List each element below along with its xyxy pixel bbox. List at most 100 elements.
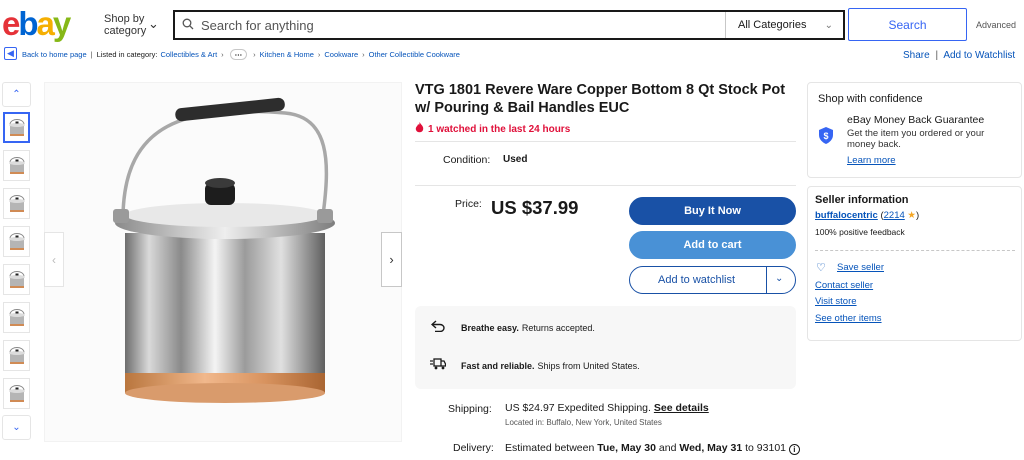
item-location: Located in: Buffalo, New York, United St…: [505, 418, 662, 427]
thumbnail-down-button[interactable]: ⌄: [2, 415, 31, 440]
main-product-image[interactable]: [44, 82, 402, 442]
shop-by-category[interactable]: Shop by category ⌄: [104, 13, 160, 37]
breadcrumb-item[interactable]: Kitchen & Home: [260, 50, 314, 59]
search-icon: [175, 18, 201, 33]
advanced-search-link[interactable]: Advanced: [976, 20, 1016, 30]
add-to-cart-button[interactable]: Add to cart: [629, 231, 796, 259]
delivery-and: and: [658, 442, 677, 454]
return-arrow-icon: [415, 320, 461, 335]
separator: |: [90, 50, 93, 59]
chevron-down-icon: ⌄: [824, 19, 833, 31]
back-arrow-icon[interactable]: ◀: [4, 47, 17, 60]
thumbnail[interactable]: [3, 188, 30, 219]
thumbnail[interactable]: [3, 302, 30, 333]
stock-pot-thumbnail-icon: [8, 308, 25, 326]
chevron-left-icon: ‹: [52, 252, 56, 267]
delivery-suffix: to 93101: [745, 442, 786, 454]
heart-icon: ♡: [816, 262, 826, 274]
shipping-value: US $24.97 Expedited Shipping. See detail…: [505, 402, 709, 414]
chevron-right-icon: ›: [389, 252, 394, 267]
svg-text:ebay: ebay: [2, 5, 72, 42]
benefits-box: Breathe easy. Returns accepted. Fast and…: [415, 306, 796, 389]
positive-feedback: 100% positive feedback: [815, 227, 905, 237]
star-icon: ★: [907, 210, 916, 221]
buy-it-now-button[interactable]: Buy It Now: [629, 197, 796, 225]
seller-name-link[interactable]: buffalocentric: [815, 210, 878, 221]
search-input[interactable]: Search for anything: [201, 18, 725, 33]
thumbnail[interactable]: [3, 340, 30, 371]
fire-icon: [415, 122, 424, 136]
watched-text: 1 watched in the last 24 hours: [428, 123, 571, 135]
stock-pot-thumbnail-icon: [8, 346, 25, 364]
condition-value: Used: [503, 154, 528, 165]
chevron-down-icon[interactable]: ⌄: [775, 273, 783, 284]
divider: [766, 267, 767, 293]
previous-image-button[interactable]: ‹: [44, 232, 64, 287]
thumbnail[interactable]: [3, 378, 30, 409]
price-label: Price:: [455, 198, 482, 210]
thumbnail[interactable]: [3, 150, 30, 181]
add-to-watchlist-label: Add to watchlist: [658, 274, 736, 286]
price-value: US $37.99: [491, 197, 579, 218]
divider: [415, 185, 796, 186]
add-to-watchlist-button[interactable]: Add to watchlist ⌄: [629, 266, 796, 294]
save-seller-link[interactable]: Save seller: [837, 262, 884, 273]
fast-truck-icon: [415, 358, 461, 373]
breadcrumb-item[interactable]: Collectibles & Art: [160, 50, 217, 59]
thumbnail[interactable]: [3, 264, 30, 295]
shipping-text: Ships from United States.: [537, 360, 640, 371]
stock-pot-thumbnail-icon: [8, 118, 25, 136]
returns-row: Breathe easy. Returns accepted.: [415, 320, 595, 335]
thumbnail[interactable]: [3, 112, 30, 143]
chevron-right-icon: ›: [221, 50, 224, 59]
stock-pot-thumbnail-icon: [8, 270, 25, 288]
returns-bold: Breathe easy.: [461, 322, 519, 333]
info-icon[interactable]: i: [788, 444, 800, 455]
guarantee-description: Get the item you ordered or your money b…: [847, 128, 985, 150]
more-crumbs-button[interactable]: ⋯: [229, 49, 248, 60]
search-button[interactable]: Search: [848, 8, 967, 41]
learn-more-link[interactable]: Learn more: [847, 155, 896, 166]
add-to-watchlist-link[interactable]: Add to Watchlist: [943, 50, 1015, 61]
share-link[interactable]: Share: [903, 50, 930, 61]
breadcrumb: Back to home page | Listed in category: …: [22, 49, 460, 60]
ebay-logo[interactable]: ebay: [2, 4, 86, 44]
search-bar[interactable]: Search for anything All Categories ⌄: [173, 10, 845, 40]
seller-line: buffalocentric (2214 ★): [815, 210, 920, 221]
chevron-right-icon: ›: [317, 50, 321, 59]
category-select[interactable]: All Categories ⌄: [725, 12, 843, 38]
stock-pot-thumbnail-icon: [8, 156, 25, 174]
thumbnail-up-button[interactable]: ⌃: [2, 82, 31, 107]
svg-text:$: $: [823, 131, 828, 141]
divider: [415, 141, 796, 142]
chevron-down-icon: ⌄: [148, 16, 159, 31]
share-watch-links: Share | Add to Watchlist: [903, 50, 1015, 61]
delivery-date-start: Tue, May 30: [597, 442, 656, 454]
returns-text: Returns accepted.: [521, 322, 595, 333]
separator: |: [935, 50, 939, 61]
breadcrumb-item[interactable]: Other Collectible Cookware: [369, 50, 460, 59]
shipping-cost: US $24.97 Expedited Shipping.: [505, 402, 651, 414]
delivery-date-end: Wed, May 31: [679, 442, 743, 454]
delivery-prefix: Estimated between: [505, 442, 595, 454]
chevron-right-icon: ›: [253, 50, 256, 59]
chevron-down-icon: ⌄: [12, 422, 21, 433]
back-to-home-link[interactable]: Back to home page: [22, 50, 87, 59]
see-other-items-link[interactable]: See other items: [815, 313, 882, 324]
seller-score-link[interactable]: 2214: [884, 210, 905, 221]
shipping-label: Shipping:: [448, 403, 492, 415]
divider: [815, 250, 1015, 251]
shipping-bold: Fast and reliable.: [461, 360, 535, 371]
item-title: VTG 1801 Revere Ware Copper Bottom 8 Qt …: [415, 82, 786, 116]
chevron-up-icon: ⌃: [12, 89, 21, 100]
thumbnail[interactable]: [3, 226, 30, 257]
condition-label: Condition:: [443, 154, 491, 166]
breadcrumb-item[interactable]: Cookware: [324, 50, 358, 59]
seller-info-title: Seller information: [815, 194, 909, 206]
see-details-link[interactable]: See details: [654, 402, 709, 414]
contact-seller-link[interactable]: Contact seller: [815, 280, 873, 291]
stock-pot-thumbnail-icon: [8, 232, 25, 250]
delivery-label: Delivery:: [453, 442, 494, 454]
visit-store-link[interactable]: Visit store: [815, 296, 857, 307]
next-image-button[interactable]: ›: [381, 232, 402, 287]
